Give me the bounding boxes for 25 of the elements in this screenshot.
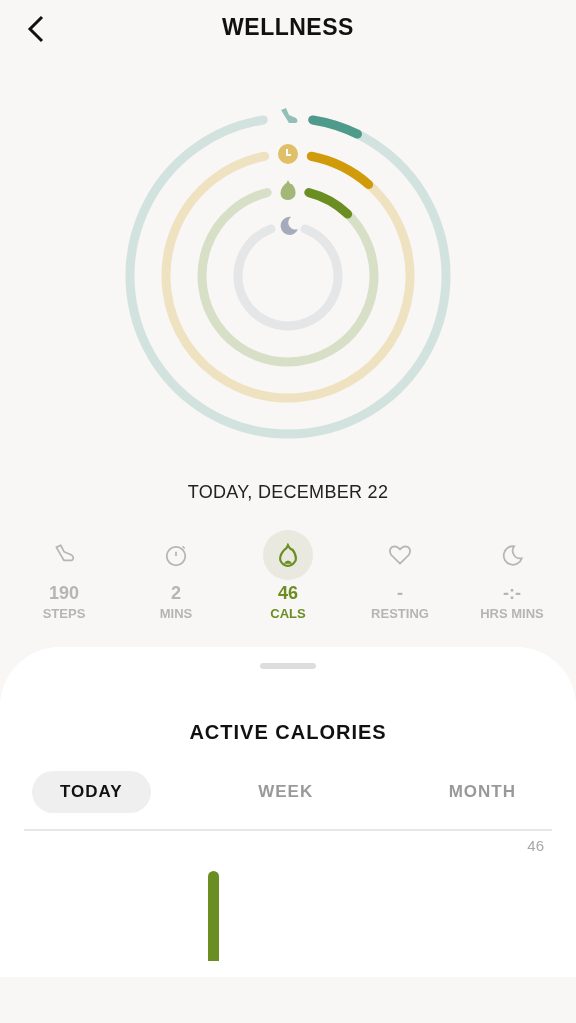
stat-value: 190 (48, 584, 79, 604)
shoe-icon (281, 108, 298, 123)
period-tab[interactable]: TODAY (32, 771, 151, 813)
clock-icon (278, 144, 298, 164)
stat-label: HRS MINS (480, 604, 544, 623)
axis-label: 46 (527, 835, 545, 856)
stat-label: CALS (270, 604, 306, 623)
stat-label: STEPS (42, 604, 86, 623)
stat-label: RESTING (371, 604, 429, 623)
stat-value: 2 (171, 584, 181, 604)
stat-value: 46 (278, 584, 298, 604)
chevron-icon (26, 14, 46, 44)
screen-title: WELLNESS (222, 13, 354, 43)
heart-icon (388, 543, 412, 567)
period-tab[interactable]: WEEK (230, 771, 342, 813)
period-tab[interactable]: MONTH (420, 771, 544, 813)
date-label: TODAY, DECEMBER 22 (187, 482, 389, 502)
moon-icon (500, 543, 524, 567)
stopwatch-icon (164, 543, 188, 567)
drag-handle[interactable] (260, 663, 316, 670)
section-title: ACTIVE CALORIES (189, 721, 387, 744)
selected-stat-button[interactable] (263, 530, 313, 580)
stat-value: - (397, 584, 403, 604)
stat-label: MINS (159, 604, 193, 623)
stat-value: -:- (503, 584, 521, 604)
